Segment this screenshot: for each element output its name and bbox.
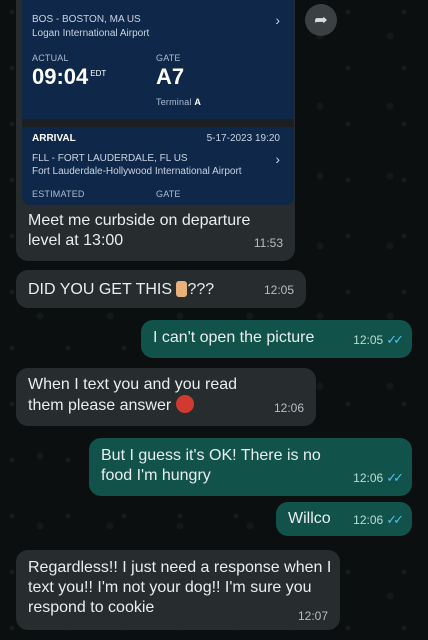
message-bubble: Meet me curbside on departure level at 1…	[16, 205, 295, 261]
message-text-part: DID YOU GET THIS	[28, 281, 173, 298]
message-time: 12:06 ✓✓	[353, 510, 404, 530]
message-time-value: 12:06	[353, 471, 384, 485]
terminal: Terminal A	[156, 97, 201, 107]
message-bubble[interactable]: DID YOU GET THIS ??? 12:05	[16, 270, 306, 308]
message-bubble[interactable]: When I text you and you read them please…	[16, 368, 316, 426]
message-text: Regardless!! I just need a response when…	[28, 559, 332, 616]
message-time: 11:53	[253, 236, 283, 250]
destination-city: FLL - FORT LAUDERDALE, FL US	[32, 153, 188, 164]
message-bubble[interactable]: But I guess it's OK! There is no food I'…	[89, 438, 412, 496]
departure-time-value: 09:04	[32, 64, 89, 89]
message-text-part: When I text you and you read them please…	[28, 376, 238, 414]
message-time-value: 12:06	[353, 513, 384, 527]
origin-city: BOS - BOSTON, MA US	[32, 14, 141, 25]
chevron-right-icon: ›	[275, 151, 280, 167]
departure-timezone: EDT	[90, 68, 107, 78]
message-time: 12:06	[273, 401, 304, 415]
pointing-hand-emoji	[176, 281, 188, 297]
arrival-datetime: 5-17-2023 19:20	[206, 133, 280, 144]
message-text: Willco	[288, 510, 331, 527]
departure-time: 09:04 EDT	[32, 64, 106, 90]
arrival-gate-label: GATE	[156, 189, 181, 199]
message-text-part: ???	[187, 281, 215, 298]
message-text: When I text you and you read them please…	[28, 375, 238, 416]
message-time-value: 12:05	[353, 333, 384, 347]
double-check-icon: ✓✓	[386, 470, 404, 485]
message-text: I can't open the picture	[153, 329, 315, 346]
message-time: 12:07	[297, 609, 328, 623]
message-time: 12:06 ✓✓	[353, 468, 404, 488]
message-bubble[interactable]: Willco 12:06 ✓✓	[276, 502, 412, 536]
forward-arrow-icon: ➦	[314, 12, 328, 29]
message-text: But I guess it's OK! There is no food I'…	[101, 447, 321, 484]
arrival-label: ARRIVAL	[32, 133, 76, 144]
angry-face-emoji	[175, 395, 194, 413]
forward-button[interactable]: ➦	[305, 4, 337, 36]
message-time: 12:05	[263, 283, 294, 297]
flight-card[interactable]: BOS - BOSTON, MA US › Logan Internationa…	[22, 0, 294, 205]
message-bubble[interactable]: I can't open the picture 12:05 ✓✓	[141, 320, 412, 358]
message-text: DID YOU GET THIS ???	[28, 280, 214, 300]
double-check-icon: ✓✓	[386, 332, 404, 347]
gate-label: GATE	[156, 53, 181, 63]
message-bubble[interactable]: Regardless!! I just need a response when…	[16, 550, 340, 630]
actual-label: ACTUAL	[32, 53, 69, 63]
origin-airport: Logan International Airport	[32, 28, 150, 39]
message-text: Meet me curbside on departure level at 1…	[28, 212, 251, 249]
chevron-right-icon: ›	[275, 12, 280, 28]
card-divider	[22, 119, 294, 127]
message-time: 12:05 ✓✓	[353, 330, 404, 350]
terminal-label: Terminal	[156, 97, 192, 107]
terminal-value: A	[194, 97, 202, 107]
departure-gate: A7	[156, 64, 185, 89]
estimated-label: ESTIMATED	[32, 189, 85, 199]
destination-airport: Fort Lauderdale-Hollywood International …	[32, 166, 242, 177]
double-check-icon: ✓✓	[386, 512, 404, 527]
